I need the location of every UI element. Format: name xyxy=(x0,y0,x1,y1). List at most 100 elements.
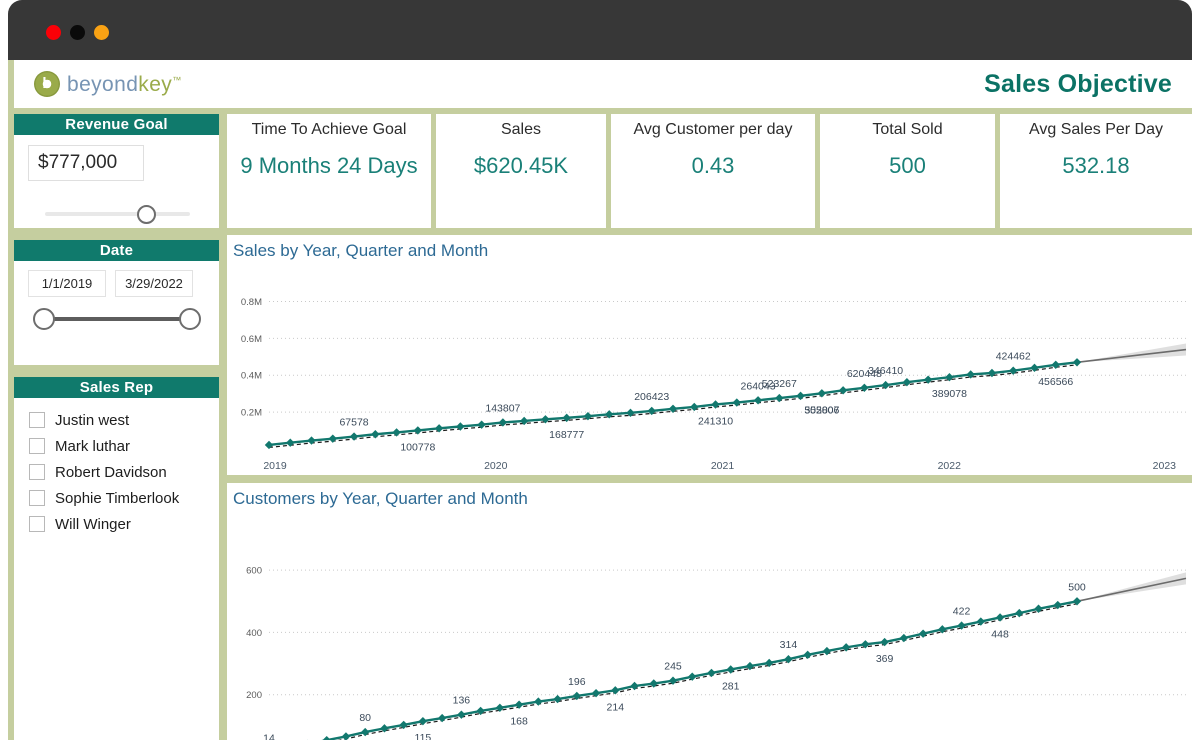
checkbox-icon[interactable] xyxy=(29,490,45,506)
data-point-marker[interactable] xyxy=(919,629,927,637)
kpi-value: 9 Months 24 Days xyxy=(231,152,427,180)
customers-chart-title: Customers by Year, Quarter and Month xyxy=(233,489,528,509)
data-point-marker[interactable] xyxy=(996,613,1004,621)
sales-chart-panel[interactable]: Sales by Year, Quarter and Month 0.2M0.4… xyxy=(227,235,1192,475)
kpi-title: Total Sold xyxy=(820,121,995,139)
data-point-label: 136 xyxy=(453,695,471,707)
forecast-confidence-band xyxy=(1077,344,1186,363)
data-point-marker[interactable] xyxy=(611,686,619,694)
y-axis-tick-label: 0.6M xyxy=(241,334,262,345)
data-point-marker[interactable] xyxy=(711,400,719,408)
data-point-label: 500 xyxy=(1068,581,1086,593)
window-titlebar xyxy=(8,0,1192,60)
data-point-marker[interactable] xyxy=(371,430,379,438)
data-point-marker[interactable] xyxy=(1073,358,1081,366)
customers-chart-plot: 2004006002019202020212022202314548011513… xyxy=(227,517,1192,740)
data-point-marker[interactable] xyxy=(803,651,811,659)
kpi-card-total-sold[interactable]: Total Sold 500 xyxy=(820,114,995,228)
y-axis-tick-label: 0.2M xyxy=(241,408,262,419)
kpi-card-time-to-achieve-goal[interactable]: Time To Achieve Goal 9 Months 24 Days xyxy=(227,114,431,228)
data-point-marker[interactable] xyxy=(796,392,804,400)
date-to-input[interactable]: 3/29/2022 xyxy=(115,270,193,297)
date-range-slider-thumb-start[interactable] xyxy=(33,308,55,330)
sales-rep-item[interactable]: Sophie Timberlook xyxy=(29,485,219,511)
date-range-slider-thumb-end[interactable] xyxy=(179,308,201,330)
data-point-marker[interactable] xyxy=(435,424,443,432)
date-range-slider[interactable] xyxy=(33,308,201,330)
data-point-marker[interactable] xyxy=(754,396,762,404)
data-point-label: 422 xyxy=(953,606,971,618)
checkbox-icon[interactable] xyxy=(29,412,45,428)
data-point-marker[interactable] xyxy=(438,714,446,722)
customers-chart-panel[interactable]: Customers by Year, Quarter and Month 200… xyxy=(227,483,1192,740)
sales-chart-title: Sales by Year, Quarter and Month xyxy=(233,241,488,261)
data-point-marker[interactable] xyxy=(457,710,465,718)
data-point-marker[interactable] xyxy=(839,386,847,394)
data-point-marker[interactable] xyxy=(690,403,698,411)
data-point-marker[interactable] xyxy=(392,428,400,436)
data-point-marker[interactable] xyxy=(286,439,294,447)
sales-rep-item[interactable]: Will Winger xyxy=(29,511,219,537)
window-close-button[interactable] xyxy=(46,25,61,40)
data-point-label: 100778 xyxy=(400,441,435,453)
data-point-marker[interactable] xyxy=(733,398,741,406)
data-point-label: 67578 xyxy=(339,417,368,429)
data-point-marker[interactable] xyxy=(414,426,422,434)
data-point-label: 620448 xyxy=(847,368,882,380)
checkbox-icon[interactable] xyxy=(29,516,45,532)
x-axis-tick-label: 2022 xyxy=(938,460,962,472)
data-point-marker[interactable] xyxy=(775,394,783,402)
sales-chart-plot: 0.2M0.4M0.6M0.8M201920202021202220236757… xyxy=(227,269,1192,475)
window-minimize-button[interactable] xyxy=(70,25,85,40)
revenue-goal-header: Revenue Goal xyxy=(14,114,219,135)
data-point-label: 424462 xyxy=(996,351,1031,363)
data-point-marker[interactable] xyxy=(265,441,273,449)
sales-rep-item[interactable]: Mark luthar xyxy=(29,433,219,459)
kpi-card-avg-customer-per-day[interactable]: Avg Customer per day 0.43 xyxy=(611,114,815,228)
brand-logo: beyondkey™ xyxy=(34,71,182,97)
report-banner: beyondkey™ Sales Objective xyxy=(14,60,1192,108)
sales-rep-slicer: Sales Rep Justin westMark lutharRobert D… xyxy=(14,377,219,740)
data-point-marker[interactable] xyxy=(880,638,888,646)
kpi-value: 532.18 xyxy=(1004,152,1188,180)
data-point-label: 206423 xyxy=(634,391,669,403)
checkbox-icon[interactable] xyxy=(29,438,45,454)
data-point-marker[interactable] xyxy=(727,665,735,673)
data-point-marker[interactable] xyxy=(900,634,908,642)
kpi-value: 500 xyxy=(824,152,991,180)
data-point-marker[interactable] xyxy=(823,647,831,655)
revenue-goal-slider[interactable] xyxy=(45,205,190,223)
data-point-marker[interactable] xyxy=(361,728,369,736)
forecast-confidence-band xyxy=(1077,572,1186,601)
checkbox-icon[interactable] xyxy=(29,464,45,480)
page-title: Sales Objective xyxy=(984,70,1178,99)
data-point-marker[interactable] xyxy=(534,697,542,705)
y-axis-tick-label: 0.8M xyxy=(241,297,262,308)
plot1-svg: 0.2M0.4M0.6M0.8M201920202021202220236757… xyxy=(227,269,1192,475)
sales-rep-item[interactable]: Robert Davidson xyxy=(29,459,219,485)
data-point-marker[interactable] xyxy=(1015,609,1023,617)
data-point-marker[interactable] xyxy=(818,389,826,397)
data-point-marker[interactable] xyxy=(342,732,350,740)
data-point-marker[interactable] xyxy=(515,700,523,708)
data-point-marker[interactable] xyxy=(323,736,331,740)
kpi-value: 0.43 xyxy=(615,152,811,180)
kpi-card-avg-sales-per-day[interactable]: Avg Sales Per Day 532.18 xyxy=(1000,114,1192,228)
data-point-label: 448 xyxy=(991,628,1009,640)
data-point-label: 14 xyxy=(263,733,275,740)
data-point-label: 115 xyxy=(415,732,432,740)
window-maximize-button[interactable] xyxy=(94,25,109,40)
y-axis-tick-label: 200 xyxy=(246,690,262,701)
sales-rep-item[interactable]: Justin west xyxy=(29,407,219,433)
data-point-marker[interactable] xyxy=(350,432,358,440)
revenue-goal-slider-thumb[interactable] xyxy=(137,205,156,224)
revenue-goal-input[interactable]: $777,000 xyxy=(28,145,144,181)
data-point-marker[interactable] xyxy=(307,436,315,444)
data-point-marker[interactable] xyxy=(329,434,337,442)
sales-rep-label: Justin west xyxy=(55,412,129,429)
date-from-input[interactable]: 1/1/2019 xyxy=(28,270,106,297)
data-point-marker[interactable] xyxy=(707,669,715,677)
data-point-marker[interactable] xyxy=(630,682,638,690)
kpi-card-sales[interactable]: Sales $620.45K xyxy=(436,114,606,228)
sales-rep-label: Robert Davidson xyxy=(55,464,167,481)
